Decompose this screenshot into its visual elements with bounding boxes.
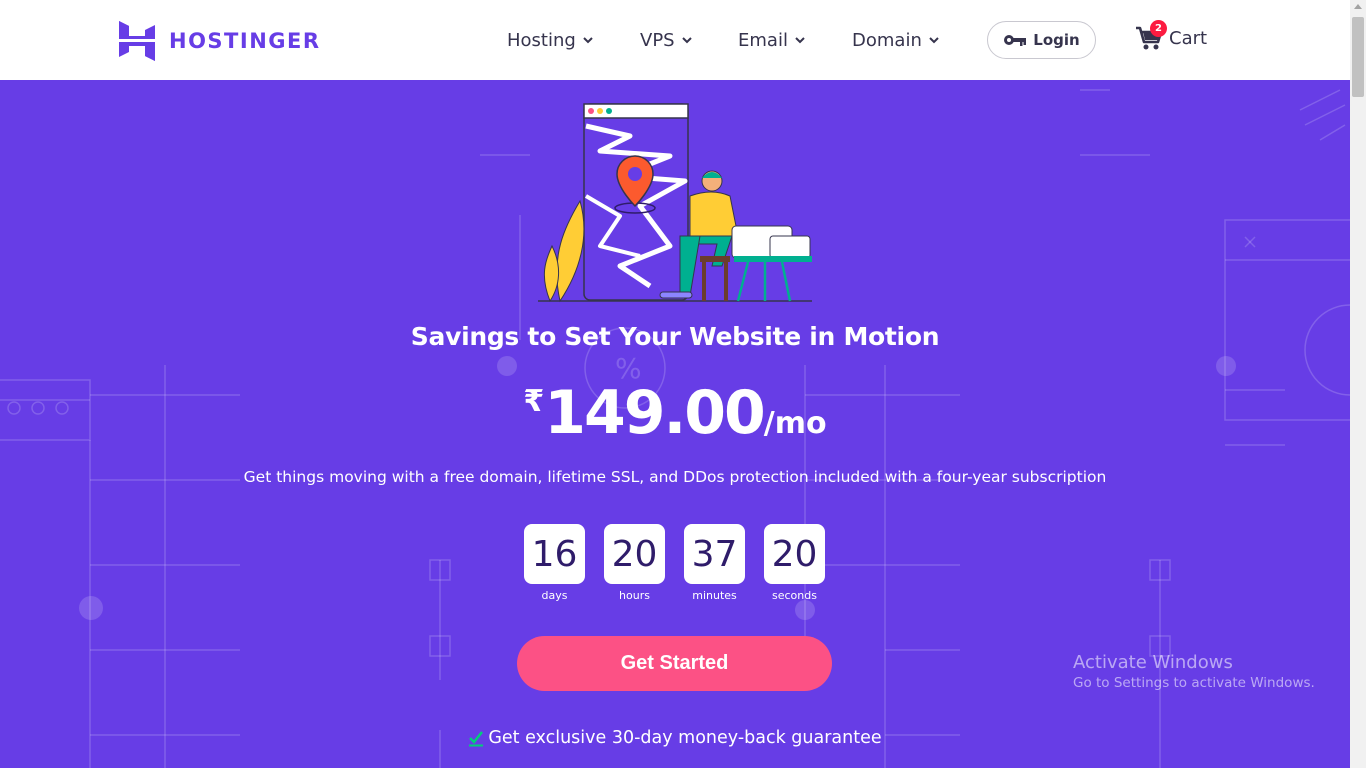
price-currency: ₹ xyxy=(523,384,545,419)
countdown-minutes-value: 37 xyxy=(684,524,745,584)
countdown-seconds: 20 seconds xyxy=(764,524,825,602)
scroll-up-arrow-icon[interactable] xyxy=(1354,4,1362,9)
countdown-minutes: 37 minutes xyxy=(684,524,745,602)
price-period: /mo xyxy=(763,406,827,441)
nav-domain-label: Domain xyxy=(852,29,922,51)
nav-hosting[interactable]: Hosting xyxy=(507,27,594,53)
hero-subtitle: Get things moving with a free domain, li… xyxy=(243,468,1107,486)
countdown-minutes-label: minutes xyxy=(692,589,737,602)
windows-activation-watermark: Activate Windows Go to Settings to activ… xyxy=(1073,652,1315,691)
nav-vps-label: VPS xyxy=(640,29,675,51)
hero-illustration xyxy=(538,103,812,303)
site-header: HOSTINGER Hosting VPS Email Domain Login xyxy=(0,0,1350,80)
page-scrollbar[interactable] xyxy=(1350,0,1366,768)
hostinger-logo-icon xyxy=(119,21,155,61)
chevron-down-icon xyxy=(929,37,939,44)
chevron-down-icon xyxy=(583,37,593,44)
check-icon xyxy=(469,731,484,747)
chevron-down-icon xyxy=(681,37,692,44)
nav-email[interactable]: Email xyxy=(738,27,806,53)
brand-name: HOSTINGER xyxy=(169,29,321,53)
countdown-seconds-value: 20 xyxy=(764,524,825,584)
countdown-hours-value: 20 xyxy=(604,524,665,584)
countdown-days-label: days xyxy=(541,589,568,602)
price-amount: 149.00 xyxy=(544,378,766,448)
login-label: Login xyxy=(1033,31,1080,49)
get-started-button[interactable]: Get Started xyxy=(517,636,832,691)
cart-count-badge: 2 xyxy=(1150,20,1167,37)
countdown-hours-label: hours xyxy=(619,589,650,602)
brand-logo[interactable]: HOSTINGER xyxy=(119,21,321,61)
cart-button[interactable]: 2 Cart xyxy=(1135,20,1208,52)
countdown-hours: 20 hours xyxy=(604,524,665,602)
watermark-subtitle: Go to Settings to activate Windows. xyxy=(1073,675,1315,691)
nav-domain[interactable]: Domain xyxy=(852,27,940,53)
countdown-days-value: 16 xyxy=(524,524,585,584)
guarantee-note: Get exclusive 30-day money-back guarante… xyxy=(0,728,1350,748)
hero-title: Savings to Set Your Website in Motion xyxy=(410,322,940,351)
price-display: ₹149.00/mo xyxy=(0,378,1350,448)
nav-hosting-label: Hosting xyxy=(507,29,576,51)
chevron-down-icon xyxy=(795,37,805,44)
countdown-days: 16 days xyxy=(524,524,585,602)
countdown-seconds-label: seconds xyxy=(772,589,817,602)
key-icon xyxy=(1004,35,1027,46)
countdown-timer: 16 days 20 hours 37 minutes 20 seconds xyxy=(524,524,825,602)
scrollbar-thumb[interactable] xyxy=(1352,17,1364,97)
nav-vps[interactable]: VPS xyxy=(640,27,693,53)
guarantee-text: Get exclusive 30-day money-back guarante… xyxy=(488,728,882,748)
cart-label: Cart xyxy=(1169,27,1208,49)
cart-icon: 2 xyxy=(1135,20,1167,52)
watermark-title: Activate Windows xyxy=(1073,652,1233,673)
login-button[interactable]: Login xyxy=(987,21,1096,59)
nav-email-label: Email xyxy=(738,29,788,51)
